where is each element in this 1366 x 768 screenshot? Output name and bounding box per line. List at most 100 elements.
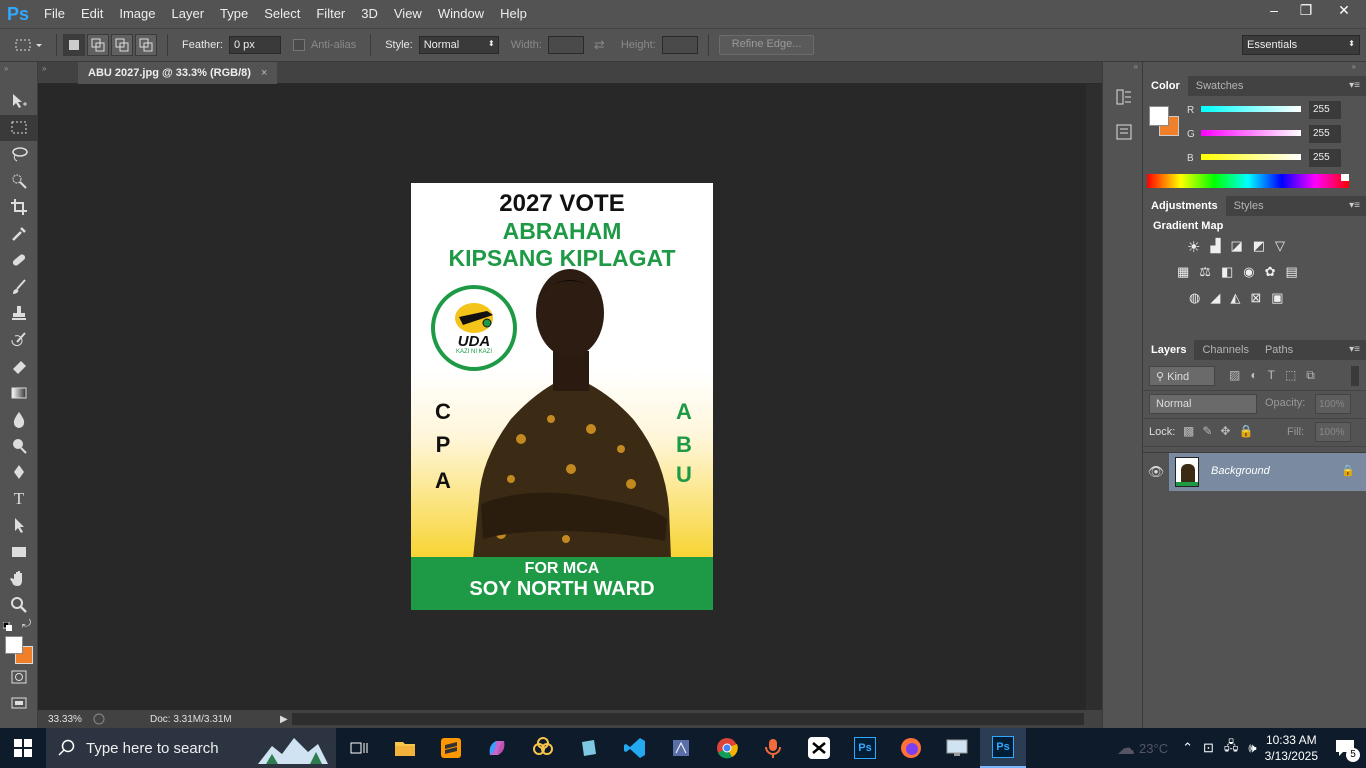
app-button-2[interactable] bbox=[566, 728, 612, 768]
menu-edit[interactable]: Edit bbox=[73, 0, 111, 28]
color-balance-icon[interactable]: ⚖ bbox=[1199, 264, 1211, 280]
hand-tool[interactable] bbox=[0, 565, 38, 592]
color-ramp[interactable] bbox=[1147, 174, 1349, 188]
network-icon[interactable]: 🖧 bbox=[1224, 737, 1239, 759]
filter-type-icon[interactable]: T bbox=[1268, 368, 1275, 383]
blend-mode-select[interactable]: Normal bbox=[1149, 394, 1257, 414]
crop-tool[interactable] bbox=[0, 194, 38, 221]
filter-shape-icon[interactable]: ⬚ bbox=[1285, 368, 1296, 383]
status-info-icon[interactable] bbox=[92, 712, 106, 726]
zoom-tool[interactable] bbox=[0, 592, 38, 619]
lasso-tool[interactable] bbox=[0, 141, 38, 168]
channel-r-value[interactable]: 255 bbox=[1309, 101, 1341, 119]
voice-button[interactable] bbox=[750, 728, 796, 768]
panel-fg-swatch[interactable] bbox=[1149, 106, 1169, 126]
menu-file[interactable]: File bbox=[36, 0, 73, 28]
filter-adjustment-icon[interactable]: ◐ bbox=[1250, 368, 1257, 383]
black-white-icon[interactable]: ◧ bbox=[1221, 264, 1233, 280]
gradient-tool[interactable] bbox=[0, 380, 38, 407]
rectangle-tool[interactable] bbox=[0, 539, 38, 566]
capcut-button[interactable] bbox=[796, 728, 842, 768]
menu-3d[interactable]: 3D bbox=[353, 0, 386, 28]
intersect-selection-button[interactable] bbox=[135, 34, 157, 56]
selective-color-icon[interactable]: ⊠ bbox=[1250, 290, 1261, 306]
vscode-button[interactable] bbox=[612, 728, 658, 768]
sublime-button[interactable] bbox=[428, 728, 474, 768]
chevron-up-icon[interactable]: ⌃ bbox=[1182, 740, 1193, 756]
ramp-white[interactable] bbox=[1341, 174, 1349, 181]
meet-now-icon[interactable]: ⊡ bbox=[1203, 740, 1214, 756]
path-selection-tool[interactable] bbox=[0, 512, 38, 539]
menu-layer[interactable]: Layer bbox=[164, 0, 213, 28]
menu-filter[interactable]: Filter bbox=[308, 0, 353, 28]
healing-brush-tool[interactable] bbox=[0, 247, 38, 274]
document-tab-close-icon[interactable]: × bbox=[261, 67, 267, 79]
brightness-icon[interactable]: ☀ bbox=[1187, 238, 1200, 256]
menu-help[interactable]: Help bbox=[492, 0, 535, 28]
pen-tool[interactable] bbox=[0, 459, 38, 486]
quick-mask-button[interactable] bbox=[0, 664, 38, 691]
tab-channels[interactable]: Channels bbox=[1194, 340, 1256, 360]
file-explorer-button[interactable] bbox=[382, 728, 428, 768]
tab-color[interactable]: Color bbox=[1143, 76, 1188, 96]
move-tool[interactable] bbox=[0, 88, 38, 115]
type-tool[interactable]: T bbox=[0, 486, 38, 513]
default-colors-icon[interactable] bbox=[3, 622, 13, 632]
weather-widget[interactable]: ☁ 23°C bbox=[1117, 738, 1168, 759]
refine-edge-button[interactable]: Refine Edge... bbox=[718, 35, 815, 55]
new-selection-button[interactable] bbox=[63, 34, 85, 56]
menu-select[interactable]: Select bbox=[256, 0, 308, 28]
history-panel-button[interactable] bbox=[1115, 88, 1142, 109]
brush-tool[interactable] bbox=[0, 274, 38, 301]
tab-layers[interactable]: Layers bbox=[1143, 340, 1195, 360]
menu-window[interactable]: Window bbox=[430, 0, 492, 28]
quick-selection-tool[interactable] bbox=[0, 168, 38, 195]
blur-tool[interactable] bbox=[0, 406, 38, 433]
foreground-color-swatch[interactable] bbox=[5, 636, 23, 654]
filter-toggle[interactable] bbox=[1351, 366, 1359, 386]
panel-menu-icon[interactable]: ▾≡ bbox=[1349, 344, 1360, 355]
zoom-level[interactable]: 33.33% bbox=[48, 714, 92, 725]
tab-adjustments[interactable]: Adjustments bbox=[1143, 196, 1226, 216]
status-menu-arrow-icon[interactable]: ▶ bbox=[280, 714, 288, 725]
channel-b-value[interactable]: 255 bbox=[1309, 149, 1341, 167]
chrome-button[interactable] bbox=[704, 728, 750, 768]
photoshop-taskbar-active[interactable]: Ps bbox=[980, 728, 1026, 768]
layer-visibility-eye-icon[interactable]: 👁 bbox=[1143, 453, 1169, 491]
lock-position-icon[interactable]: ✥ bbox=[1220, 424, 1230, 438]
history-brush-tool[interactable] bbox=[0, 327, 38, 354]
style-select[interactable]: Normal ⬍ bbox=[418, 36, 499, 54]
marquee-tool[interactable] bbox=[0, 114, 38, 141]
properties-panel-button[interactable] bbox=[1115, 123, 1142, 144]
swap-colors-icon[interactable]: ⤾ bbox=[22, 618, 31, 631]
panels-collapse-icon[interactable]: » bbox=[1143, 62, 1366, 76]
color-lookup-icon[interactable]: ▤ bbox=[1286, 264, 1298, 280]
menu-image[interactable]: Image bbox=[111, 0, 163, 28]
toolbar-collapse-icon[interactable]: » bbox=[0, 62, 37, 88]
levels-icon[interactable]: ▟ bbox=[1210, 238, 1220, 256]
invert-icon[interactable]: ◍ bbox=[1189, 290, 1200, 306]
vertical-scrollbar[interactable] bbox=[1086, 84, 1102, 710]
eyedropper-tool[interactable] bbox=[0, 221, 38, 248]
posterize-icon[interactable]: ◢ bbox=[1210, 290, 1220, 306]
lock-transparent-icon[interactable]: ▩ bbox=[1183, 424, 1194, 438]
panel-menu-icon[interactable]: ▾≡ bbox=[1349, 200, 1360, 211]
dodge-tool[interactable] bbox=[0, 433, 38, 460]
channel-g-slider[interactable] bbox=[1201, 130, 1301, 136]
vibrance-icon[interactable]: ▽ bbox=[1275, 238, 1285, 256]
firefox-button[interactable] bbox=[888, 728, 934, 768]
screen-mode-button[interactable] bbox=[0, 691, 38, 718]
copilot-button[interactable] bbox=[474, 728, 520, 768]
close-button[interactable]: ✕ bbox=[1322, 0, 1366, 20]
height-input[interactable] bbox=[661, 36, 698, 54]
photo-filter-icon[interactable]: ◉ bbox=[1243, 264, 1254, 280]
menu-view[interactable]: View bbox=[386, 0, 430, 28]
tool-preset-picker[interactable] bbox=[14, 37, 50, 53]
volume-icon[interactable]: 🕪 bbox=[1248, 740, 1256, 756]
task-view-button[interactable] bbox=[336, 728, 382, 768]
layer-name[interactable]: Background bbox=[1211, 465, 1270, 477]
panel-menu-icon[interactable]: ▾≡ bbox=[1349, 80, 1360, 91]
poster-canvas[interactable]: 2027 VOTE ABRAHAM KIPSANG KIPLAGAT UDA K… bbox=[411, 183, 713, 610]
layer-filter-select[interactable]: ⚲ Kind bbox=[1149, 366, 1215, 386]
workspace-select[interactable]: Essentials ⬍ bbox=[1242, 35, 1360, 55]
